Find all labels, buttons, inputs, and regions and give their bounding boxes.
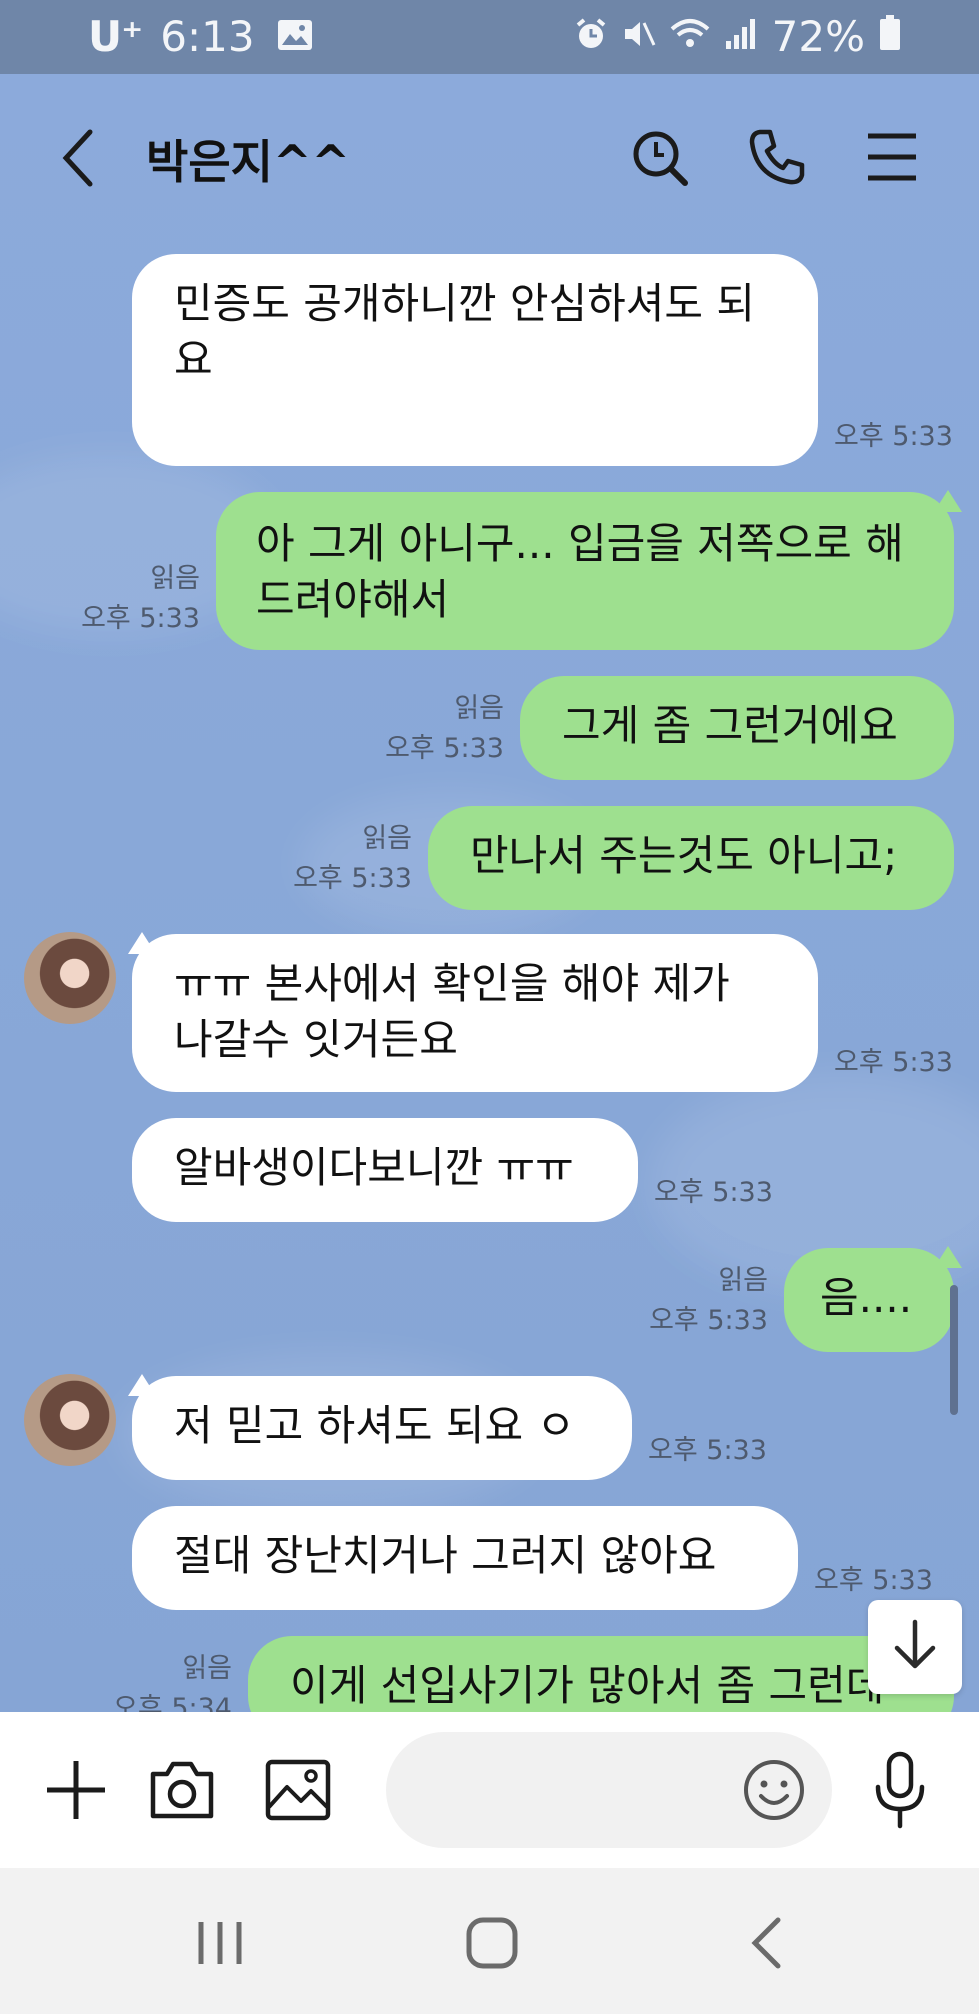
message-read-status: 읽음 (718, 1265, 768, 1296)
system-nav-bar (0, 1868, 979, 2014)
outgoing-message-bubble[interactable]: 만나서 주는것도 아니고; (428, 806, 954, 910)
message-clip-region: 이게 선입사기가 많아서 좀 그런데 읽음 오후 5:34 (0, 1620, 979, 1712)
message-input-bar (0, 1712, 979, 1868)
back-nav-icon[interactable] (706, 1898, 826, 1988)
microphone-icon[interactable] (868, 1750, 932, 1830)
home-icon[interactable] (432, 1898, 552, 1988)
message-read-status: 읽음 (454, 693, 504, 724)
message-text: 이게 선입사기가 많아서 좀 그런데 (290, 1661, 885, 1710)
carrier-label: U⁺ (88, 12, 143, 61)
message-time: 오후 5:33 (293, 863, 412, 894)
outgoing-message-bubble[interactable]: 아 그게 아니구... 입금을 저쪽으로 해드려야해서 (216, 492, 954, 650)
scroll-to-bottom-button[interactable] (868, 1600, 962, 1694)
call-icon[interactable] (748, 128, 806, 190)
message-text: ㅠㅠ 본사에서 확인을 해야 제가 나갈수 잇거든요 (174, 959, 730, 1064)
message-text: 저 믿고 하셔도 되요 ㅇ (174, 1401, 576, 1450)
message-text: 아 그게 아니구... 입금을 저쪽으로 해드려야해서 (256, 519, 904, 624)
message-read-status: 읽음 (362, 823, 412, 854)
contact-avatar[interactable] (24, 932, 116, 1024)
search-icon[interactable] (630, 128, 690, 192)
menu-icon[interactable] (866, 132, 918, 186)
outgoing-message-bubble[interactable]: 그게 좀 그런거에요 (520, 676, 954, 780)
message-text: 음.... (820, 1273, 913, 1322)
message-text: 만나서 주는것도 아니고; (470, 831, 898, 880)
incoming-message-bubble[interactable]: 민증도 공개하니깐 안심하셔도 되요 (132, 254, 818, 466)
battery-icon (879, 12, 901, 61)
outgoing-message-bubble[interactable]: 이게 선입사기가 많아서 좀 그런데 (248, 1636, 954, 1712)
status-bar: U⁺ 6:13 72% (0, 0, 979, 74)
camera-icon[interactable] (148, 1756, 216, 1824)
contact-name: 박은지^^ (146, 135, 351, 189)
message-time: 오후 5:33 (654, 1177, 773, 1208)
alarm-icon (574, 12, 608, 61)
signal-icon (724, 12, 758, 61)
plus-icon[interactable] (44, 1758, 108, 1822)
mute-icon (622, 12, 656, 61)
battery-percent: 72% (771, 12, 865, 61)
back-icon[interactable] (58, 128, 98, 192)
message-time: 오후 5:34 (113, 1693, 232, 1712)
incoming-message-bubble[interactable]: 절대 장난치거나 그러지 않아요 (132, 1506, 798, 1610)
incoming-message-bubble[interactable]: 저 믿고 하셔도 되요 ㅇ (132, 1376, 632, 1480)
emoji-icon[interactable] (740, 1756, 808, 1824)
image-icon[interactable] (264, 1756, 332, 1824)
message-text: 그게 좀 그런거에요 (562, 701, 898, 750)
message-time: 오후 5:33 (814, 1565, 933, 1596)
message-time: 오후 5:33 (81, 603, 200, 634)
status-time: 6:13 (160, 12, 255, 61)
message-time: 오후 5:33 (834, 1047, 953, 1078)
arrow-down-icon (891, 1618, 939, 1676)
gallery-icon (277, 12, 313, 61)
contact-avatar[interactable] (24, 1374, 116, 1466)
incoming-message-bubble[interactable]: 알바생이다보니깐 ㅠㅠ (132, 1118, 638, 1222)
recent-apps-icon[interactable] (160, 1898, 280, 1988)
message-time: 오후 5:33 (648, 1435, 767, 1466)
message-text: 민증도 공개하니깐 안심하셔도 되요 (174, 279, 756, 384)
message-text: 알바생이다보니깐 ㅠㅠ (174, 1143, 574, 1192)
incoming-message-bubble[interactable]: ㅠㅠ 본사에서 확인을 해야 제가 나갈수 잇거든요 (132, 934, 818, 1092)
wifi-icon (670, 12, 710, 61)
message-time: 오후 5:33 (649, 1305, 768, 1336)
message-read-status: 읽음 (150, 563, 200, 594)
scrollbar-thumb[interactable] (950, 1285, 958, 1415)
message-text: 절대 장난치거나 그러지 않아요 (174, 1531, 717, 1580)
message-time: 오후 5:33 (834, 421, 953, 452)
outgoing-message-bubble[interactable]: 음.... (784, 1248, 954, 1352)
message-read-status: 읽음 (182, 1653, 232, 1684)
message-time: 오후 5:33 (385, 733, 504, 764)
